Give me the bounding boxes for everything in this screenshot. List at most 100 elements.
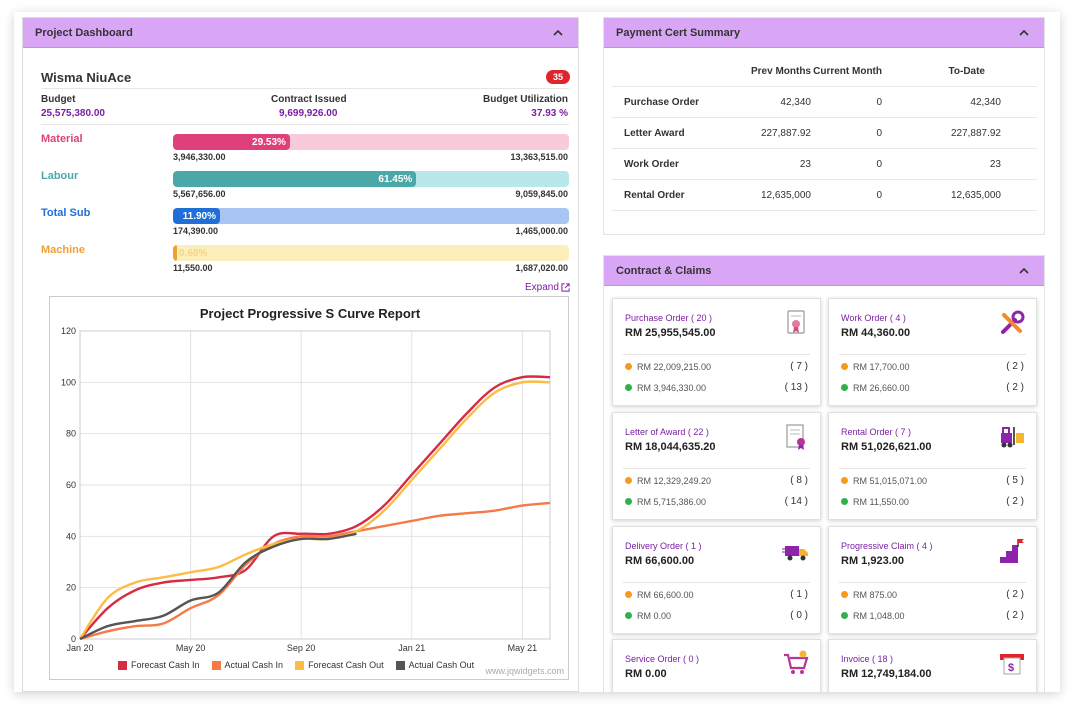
pending-row: RM 17,700.00 ( 2 ) — [841, 361, 1024, 372]
forklift-icon — [1001, 427, 1024, 448]
rental-order-card[interactable]: Rental Order ( 7 ) RM 51,026,621.00 RM 5… — [828, 412, 1037, 520]
card-title: Progressive Claim ( 4 ) — [841, 541, 933, 551]
tools-icon — [1001, 310, 1025, 334]
card-amount: RM 1,923.00 — [841, 555, 904, 567]
pending-count: ( 2 ) — [1006, 589, 1024, 600]
legend-item[interactable]: Actual Cash Out — [395, 660, 475, 670]
payment-cert-panel: Payment Cert Summary Prev Months Current… — [603, 17, 1045, 235]
pending-dot-icon — [625, 591, 632, 598]
done-dot-icon — [841, 498, 848, 505]
divider — [839, 582, 1026, 583]
y-tick-label: 20 — [66, 583, 76, 593]
legend-label: Actual Cash Out — [408, 660, 475, 670]
progress-bar: 61.45% — [173, 171, 569, 187]
current-month-cell: 0 — [876, 97, 882, 108]
purchase-order-card[interactable]: Purchase Order ( 20 ) RM 25,955,545.00 R… — [612, 298, 821, 406]
card-amount: RM 25,955,545.00 — [625, 327, 716, 339]
stairs-flag-icon — [1000, 539, 1024, 563]
card-amount: RM 18,044,635.20 — [625, 441, 716, 453]
prev-months-cell: 42,340 — [780, 97, 811, 108]
notification-badge[interactable]: 35 — [546, 70, 571, 84]
project-dashboard-header[interactable]: Project Dashboard — [23, 18, 578, 48]
progress-bar: 29.53% — [173, 134, 569, 150]
pending-amount: RM 66,600.00 — [637, 589, 694, 600]
card-amount: RM 0.00 — [625, 668, 667, 680]
table-row: Letter Award 227,887.92 0 227,887.92 — [612, 118, 1037, 149]
s-curve-chart: Project Progressive S Curve Report 0 20 40… — [49, 296, 569, 680]
prev-months-cell: 12,635,000 — [760, 190, 811, 201]
progress-percent: 11.90% — [182, 210, 216, 222]
bar-min-value: 11,550.00 — [173, 263, 213, 273]
card-title: Service Order ( 0 ) — [625, 654, 700, 664]
done-row: RM 5,715,386.00 ( 14 ) — [625, 496, 808, 507]
pending-dot-icon — [841, 477, 848, 484]
bar-min-value: 174,390.00 — [173, 226, 219, 236]
project-dashboard-panel: Project Dashboard Wisma NiuAce 35 Budget… — [22, 17, 579, 692]
card-amount: RM 44,360.00 — [841, 327, 911, 339]
app-frame: Project Dashboard Wisma NiuAce 35 Budget… — [14, 12, 1060, 692]
done-dot-icon — [625, 612, 632, 619]
progressive-claim-card[interactable]: Progressive Claim ( 4 ) RM 1,923.00 RM 8… — [828, 526, 1037, 634]
service-order-card[interactable]: Service Order ( 0 ) RM 0.00 — [612, 639, 821, 692]
progress-fill: 61.45% — [173, 171, 417, 187]
divider — [839, 468, 1026, 469]
panel-title: Payment Cert Summary — [616, 26, 741, 39]
card-title: Work Order ( 4 ) — [841, 313, 906, 323]
progress-fill: 11.90% — [173, 208, 220, 224]
table-row: Rental Order 12,635,000 0 12,635,000 — [612, 180, 1037, 211]
pending-amount: RM 17,700.00 — [853, 361, 910, 372]
done-amount: RM 26,660.00 — [853, 382, 910, 393]
done-amount: RM 5,715,386.00 — [637, 496, 707, 507]
chevron-up-icon[interactable] — [1016, 263, 1032, 279]
card-title: Letter of Award ( 22 ) — [625, 427, 709, 437]
legend-item[interactable]: Actual Cash In — [211, 660, 283, 670]
row-name: Rental Order — [624, 190, 685, 201]
legend-item[interactable]: Forecast Cash In — [118, 660, 200, 670]
series-line-forecast-cash-in — [79, 375, 551, 640]
work-order-card[interactable]: Work Order ( 4 ) RM 44,360.00 RM 17,700.… — [828, 298, 1037, 406]
pending-row: RM 66,600.00 ( 1 ) — [625, 589, 808, 600]
bar-label: Total Sub — [41, 207, 91, 219]
current-month-cell: 0 — [876, 128, 882, 139]
payment-cert-header[interactable]: Payment Cert Summary — [604, 18, 1044, 48]
pending-amount: RM 12,329,249.20 — [637, 475, 712, 486]
card-amount: RM 51,026,621.00 — [841, 441, 932, 453]
contract-claims-header[interactable]: Contract & Claims — [604, 256, 1044, 286]
panel-title: Project Dashboard — [35, 26, 133, 39]
pending-amount: RM 875.00 — [853, 589, 898, 600]
chevron-up-icon[interactable] — [1016, 25, 1032, 41]
card-title: Invoice ( 18 ) — [841, 654, 894, 664]
card-amount: RM 12,749,184.00 — [841, 668, 932, 680]
column-header: Current Month — [813, 66, 882, 77]
table-header-row: Prev Months Current Month To-Date — [612, 56, 1037, 87]
prev-months-cell: 23 — [799, 159, 811, 170]
done-count: ( 2 ) — [1006, 610, 1024, 621]
pending-amount: RM 22,009,215.00 — [637, 361, 712, 372]
column-header: To-Date — [948, 66, 985, 77]
legend-item[interactable]: Forecast Cash Out — [295, 660, 384, 670]
pending-count: ( 5 ) — [1006, 475, 1024, 486]
divider — [839, 354, 1026, 355]
done-row: RM 11,550.00 ( 2 ) — [841, 496, 1024, 507]
delivery-order-card[interactable]: Delivery Order ( 1 ) RM 66,600.00 RM 66,… — [612, 526, 821, 634]
bar-min-value: 5,567,656.00 — [173, 189, 226, 199]
done-amount: RM 11,550.00 — [853, 496, 909, 507]
x-tick-label: Jan 20 — [66, 643, 93, 653]
done-count: ( 2 ) — [1006, 382, 1024, 393]
letter-of-award-card[interactable]: Letter of Award ( 22 ) RM 18,044,635.20 … — [612, 412, 821, 520]
to-date-cell: 227,887.92 — [950, 128, 1001, 139]
current-month-cell: 0 — [876, 159, 882, 170]
y-tick-label: 120 — [61, 326, 76, 336]
contract-claims-panel: Contract & Claims Purchase Order ( 20 ) … — [603, 255, 1045, 692]
expand-link[interactable]: Expand — [525, 282, 570, 293]
progress-bar: 11.90% — [173, 208, 569, 224]
bar-label: Labour — [41, 170, 79, 182]
done-count: ( 14 ) — [784, 496, 808, 507]
progress-percent: 0.68% — [179, 247, 208, 259]
invoice-card[interactable]: Invoice ( 18 ) RM 12,749,184.00 $ — [828, 639, 1037, 692]
legend-swatch — [395, 660, 405, 670]
y-tick-label: 60 — [66, 480, 76, 490]
pending-count: ( 1 ) — [790, 589, 808, 600]
chevron-up-icon[interactable] — [550, 25, 566, 41]
bar-max-value: 13,363,515.00 — [510, 152, 568, 162]
